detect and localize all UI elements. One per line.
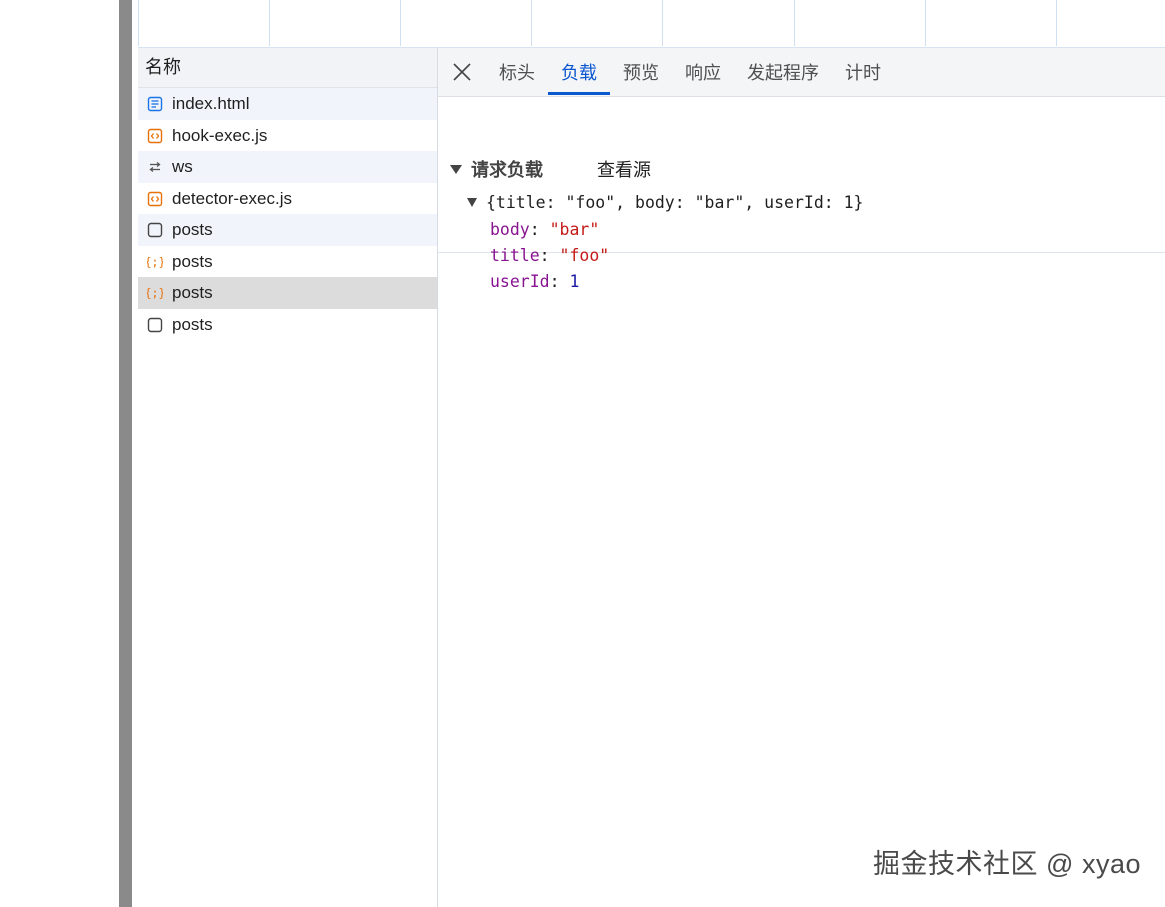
left-blank-area <box>0 0 119 907</box>
timeline-overview[interactable] <box>138 0 1165 48</box>
script-icon <box>147 191 163 207</box>
svg-text:{;}: {;} <box>147 255 163 269</box>
timeline-gridline <box>1056 0 1057 46</box>
request-row-posts-selected[interactable]: {;} posts <box>138 277 437 309</box>
request-name: hook-exec.js <box>172 125 268 145</box>
property-colon: : <box>529 220 550 239</box>
watermark: 掘金技术社区 @ xyao <box>873 849 1141 879</box>
json-icon: {;} <box>147 285 163 301</box>
details-tab-bar: 标头 负载 预览 响应 发起程序 计时 <box>438 48 1165 97</box>
json-icon: {;} <box>147 254 163 270</box>
request-row-posts[interactable]: posts <box>138 214 437 246</box>
payload-section-title: 请求负载 <box>471 160 543 180</box>
request-name: detector-exec.js <box>172 188 292 208</box>
tab-initiator[interactable]: 发起程序 <box>734 48 832 96</box>
view-source-link[interactable]: 查看源 <box>597 156 651 182</box>
request-row-detector-exec-js[interactable]: detector-exec.js <box>138 183 437 215</box>
request-row-ws[interactable]: ws <box>138 151 437 183</box>
payload-property-title[interactable]: title: "foo" <box>490 246 609 265</box>
payload-object-summary[interactable]: {title: "foo", body: "bar", userId: 1} <box>467 193 864 212</box>
request-row-hook-exec-js[interactable]: hook-exec.js <box>138 120 437 152</box>
timeline-gridline <box>400 0 401 46</box>
close-icon <box>453 63 471 81</box>
document-icon <box>147 96 163 112</box>
websocket-icon <box>147 159 163 175</box>
expand-triangle-icon <box>467 198 477 207</box>
payload-property-userid[interactable]: userId: 1 <box>490 272 579 291</box>
timeline-gridline <box>662 0 663 46</box>
tab-timing[interactable]: 计时 <box>832 48 894 96</box>
collapse-triangle-icon <box>450 164 462 174</box>
request-payload-section: 请求负载 查看源 {title: "foo", body: "bar", use… <box>438 97 1165 291</box>
request-name: posts <box>172 220 213 239</box>
property-value: "foo" <box>559 246 610 265</box>
request-list: 名称 index.html hook-exec.js ws detector-e… <box>138 48 438 907</box>
timeline-gridline <box>531 0 532 46</box>
svg-text:{;}: {;} <box>147 286 163 300</box>
tab-preview[interactable]: 预览 <box>610 48 672 96</box>
request-row-posts[interactable]: {;} posts <box>138 246 437 278</box>
timeline-gridline <box>138 0 139 46</box>
property-value: "bar" <box>549 220 600 239</box>
payload-property-body[interactable]: body: "bar" <box>490 220 599 239</box>
property-value: 1 <box>569 272 580 291</box>
property-key: title <box>490 246 540 265</box>
tab-response[interactable]: 响应 <box>672 48 734 96</box>
request-row-index-html[interactable]: index.html <box>138 88 437 120</box>
timeline-gridline <box>794 0 795 46</box>
timeline-gridline <box>269 0 270 46</box>
tab-payload[interactable]: 负载 <box>548 48 610 96</box>
blank-file-icon <box>147 222 163 238</box>
request-name: posts <box>172 251 213 271</box>
request-row-posts[interactable]: posts <box>138 309 437 341</box>
tab-headers[interactable]: 标头 <box>486 48 548 96</box>
panel-resize-bar[interactable] <box>119 0 132 907</box>
property-key: body <box>490 220 530 239</box>
object-summary-text: {title: "foo", body: "bar", userId: 1} <box>486 193 864 212</box>
property-key: userId <box>490 272 550 291</box>
property-colon: : <box>539 246 560 265</box>
request-name: ws <box>172 157 193 176</box>
request-name: posts <box>172 314 213 334</box>
request-details-panel: 标头 负载 预览 响应 发起程序 计时 请求负载 查看源 {title: "fo… <box>438 48 1165 907</box>
close-details-button[interactable] <box>438 48 486 96</box>
script-icon <box>147 128 163 144</box>
timeline-gridline <box>925 0 926 46</box>
name-column-header[interactable]: 名称 <box>138 48 437 88</box>
property-colon: : <box>549 272 570 291</box>
request-name: index.html <box>172 94 250 113</box>
blank-file-icon <box>147 317 163 333</box>
request-name: posts <box>172 283 213 302</box>
payload-section-header[interactable]: 请求负载 查看源 <box>450 156 651 182</box>
